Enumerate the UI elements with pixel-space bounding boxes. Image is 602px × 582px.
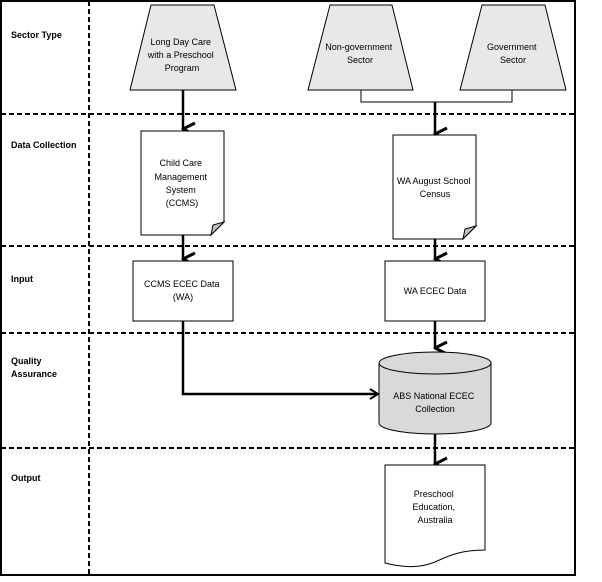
node-wa-ecec-data[interactable]: WA ECEC Data — [384, 260, 486, 322]
lane-label-data-collection: Data Collection — [11, 140, 77, 150]
node-ccms[interactable]: Child Care Management System (CCMS) — [140, 130, 226, 237]
node-abs-national-ecec-collection[interactable]: ABS National ECEC Collection — [378, 351, 492, 435]
node-wa-august-school-census[interactable]: WA August School Census — [392, 134, 478, 241]
flowchart-canvas: Sector Type Data Collection Input Qualit… — [0, 0, 576, 576]
node-wa-ecec-data-label: WA ECEC Data — [404, 286, 467, 296]
lane-label-output: Output — [11, 473, 41, 483]
node-ccms-ecec-data[interactable]: CCMS ECEC Data (WA) — [132, 260, 234, 322]
lane-label-sector-type: Sector Type — [11, 30, 62, 40]
node-preschool-education-australia-label: Preschool Education, Australia — [412, 489, 457, 525]
lane-label-input: Input — [11, 274, 33, 284]
